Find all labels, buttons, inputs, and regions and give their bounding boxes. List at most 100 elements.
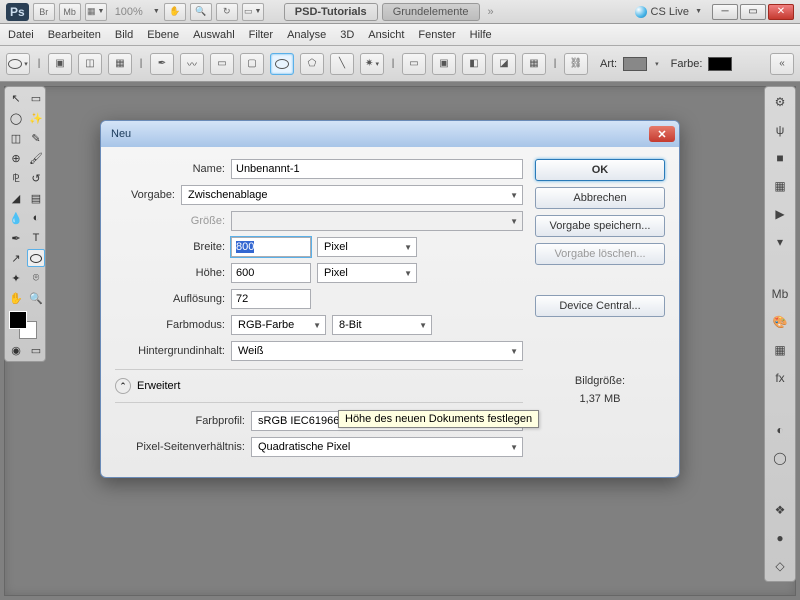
panel-collapse-icon[interactable]: « (770, 53, 794, 75)
tool-lasso[interactable]: ◯ (7, 109, 25, 127)
menu-fenster[interactable]: Fenster (418, 29, 455, 41)
pen-tool-icon[interactable]: ✒ (150, 53, 174, 75)
erweitert-expander[interactable]: ⌃ Erweitert (115, 378, 523, 394)
vorgabe-speichern-button[interactable]: Vorgabe speichern... (535, 215, 665, 237)
panel-minibridge-icon[interactable]: Mb (769, 283, 791, 305)
tool-3d-camera[interactable]: ⌾ (27, 269, 45, 287)
seitenverh-select[interactable]: Quadratische Pixel▼ (251, 437, 523, 457)
window-maximize-button[interactable]: ▭ (740, 4, 766, 20)
tool-gradient[interactable]: ▤ (27, 189, 45, 207)
workspace-tab-psdtutorials[interactable]: PSD-Tutorials (284, 3, 378, 21)
workspace-tab-grundelemente[interactable]: Grundelemente (382, 3, 480, 21)
menu-auswahl[interactable]: Auswahl (193, 29, 235, 41)
tool-dodge[interactable]: ◐ (27, 209, 45, 227)
menu-bearbeiten[interactable]: Bearbeiten (48, 29, 101, 41)
panel-adjust-icon[interactable]: ◐ (769, 419, 791, 441)
bridge-icon[interactable]: Br (33, 3, 55, 21)
menu-ebene[interactable]: Ebene (147, 29, 179, 41)
panel-masks-icon[interactable]: ◯ (769, 447, 791, 469)
tool-eraser[interactable]: ◢ (7, 189, 25, 207)
zoom-level[interactable]: 100% (111, 6, 147, 18)
screen-mode-tool-icon[interactable]: ▭ (27, 341, 45, 359)
quick-mask-icon[interactable]: ◉ (7, 341, 25, 359)
tool-healing[interactable]: ⊕ (7, 149, 25, 167)
combine-exclude-icon[interactable]: ▦ (522, 53, 546, 75)
panel-styles-icon[interactable]: fx (769, 367, 791, 389)
hoehe-input[interactable] (231, 263, 311, 283)
combine-add-icon[interactable]: ▣ (432, 53, 456, 75)
style-swatch[interactable] (623, 57, 647, 71)
panel-layers-icon[interactable]: ❖ (769, 499, 791, 521)
tool-3d[interactable]: ✦ (7, 269, 25, 287)
tool-eyedropper[interactable]: ✎ (27, 129, 45, 147)
name-input[interactable] (231, 159, 523, 179)
tool-brush[interactable]: 🖌 (27, 149, 45, 167)
window-close-button[interactable]: ✕ (768, 4, 794, 20)
tool-hand[interactable]: ✋ (7, 289, 25, 307)
polygon-shape-icon[interactable]: ⬠ (300, 53, 324, 75)
paths-icon[interactable]: ◫ (78, 53, 102, 75)
menu-ansicht[interactable]: Ansicht (368, 29, 404, 41)
panel-channels-icon[interactable]: ● (769, 527, 791, 549)
tool-zoom[interactable]: 🔍 (27, 289, 45, 307)
more-workspaces-icon[interactable]: » (484, 6, 498, 18)
window-minimize-button[interactable]: ─ (712, 4, 738, 20)
tool-path-select[interactable]: ↗ (7, 249, 25, 267)
tool-magic-wand[interactable]: ✨ (27, 109, 45, 127)
combine-intersect-icon[interactable]: ◪ (492, 53, 516, 75)
panel-paths-icon[interactable]: ◇ (769, 555, 791, 577)
rounded-rect-icon[interactable]: ▢ (240, 53, 264, 75)
ok-button[interactable]: OK (535, 159, 665, 181)
abbrechen-button[interactable]: Abbrechen (535, 187, 665, 209)
panel-brush-icon[interactable]: ψ (769, 119, 791, 141)
dialog-close-button[interactable]: ✕ (649, 126, 675, 142)
tool-pen[interactable]: ✒ (7, 229, 25, 247)
breite-input[interactable] (231, 237, 311, 257)
shape-preset-icon[interactable]: ▾ (6, 53, 30, 75)
combine-new-icon[interactable]: ▭ (402, 53, 426, 75)
tool-history-brush[interactable]: ↺ (27, 169, 45, 187)
tool-clone[interactable]: ⅊ (7, 169, 25, 187)
device-central-button[interactable]: Device Central... (535, 295, 665, 317)
tool-rect-marquee[interactable]: ▭ (27, 89, 45, 107)
panel-color-icon[interactable]: 🎨 (769, 311, 791, 333)
panel-character-icon[interactable]: ▶ (769, 203, 791, 225)
fg-color-swatch[interactable] (9, 311, 27, 329)
rotate-view-icon[interactable]: ↻ (216, 3, 238, 21)
menu-filter[interactable]: Filter (249, 29, 273, 41)
combine-subtract-icon[interactable]: ◧ (462, 53, 486, 75)
line-shape-icon[interactable]: ╲ (330, 53, 354, 75)
tool-type[interactable]: T (27, 229, 45, 247)
hoehe-unit-select[interactable]: Pixel▼ (317, 263, 417, 283)
tool-blur[interactable]: 💧 (7, 209, 25, 227)
farbmodus-select[interactable]: RGB-Farbe▼ (231, 315, 326, 335)
breite-unit-select[interactable]: Pixel▼ (317, 237, 417, 257)
vorgabe-select[interactable]: Zwischenablage▼ (181, 185, 523, 205)
menu-hilfe[interactable]: Hilfe (470, 29, 492, 41)
menu-bild[interactable]: Bild (115, 29, 133, 41)
dialog-titlebar[interactable]: Neu ✕ (101, 121, 679, 147)
hintergrund-select[interactable]: Weiß▼ (231, 341, 523, 361)
link-icon[interactable]: ⛓ (564, 53, 588, 75)
menu-datei[interactable]: Datei (8, 29, 34, 41)
zoom-icon[interactable]: 🔍 (190, 3, 212, 21)
custom-shape-icon[interactable]: ✷▾ (360, 53, 384, 75)
fill-pixels-icon[interactable]: ▦ (108, 53, 132, 75)
shape-layer-icon[interactable]: ▣ (48, 53, 72, 75)
bittiefe-select[interactable]: 8-Bit▼ (332, 315, 432, 335)
ellipse-shape-icon[interactable] (270, 53, 294, 75)
menu-analyse[interactable]: Analyse (287, 29, 326, 41)
screen-mode-icon[interactable]: ▦▼ (85, 3, 107, 21)
aufloesung-input[interactable] (231, 289, 311, 309)
panel-adjustments-icon[interactable]: ⚙ (769, 91, 791, 113)
rectangle-shape-icon[interactable]: ▭ (210, 53, 234, 75)
hand-icon[interactable]: ✋ (164, 3, 186, 21)
fg-bg-colors[interactable] (7, 309, 45, 339)
tool-crop[interactable]: ◫ (7, 129, 25, 147)
cslive-button[interactable]: CS Live ▼ (635, 6, 702, 18)
minibridge-icon[interactable]: Mb (59, 3, 81, 21)
freeform-pen-icon[interactable]: 〰 (180, 53, 204, 75)
arrange-icon[interactable]: ▭▼ (242, 3, 264, 21)
panel-actions-icon[interactable]: ▦ (769, 175, 791, 197)
panel-swatches-icon[interactable]: ▦ (769, 339, 791, 361)
